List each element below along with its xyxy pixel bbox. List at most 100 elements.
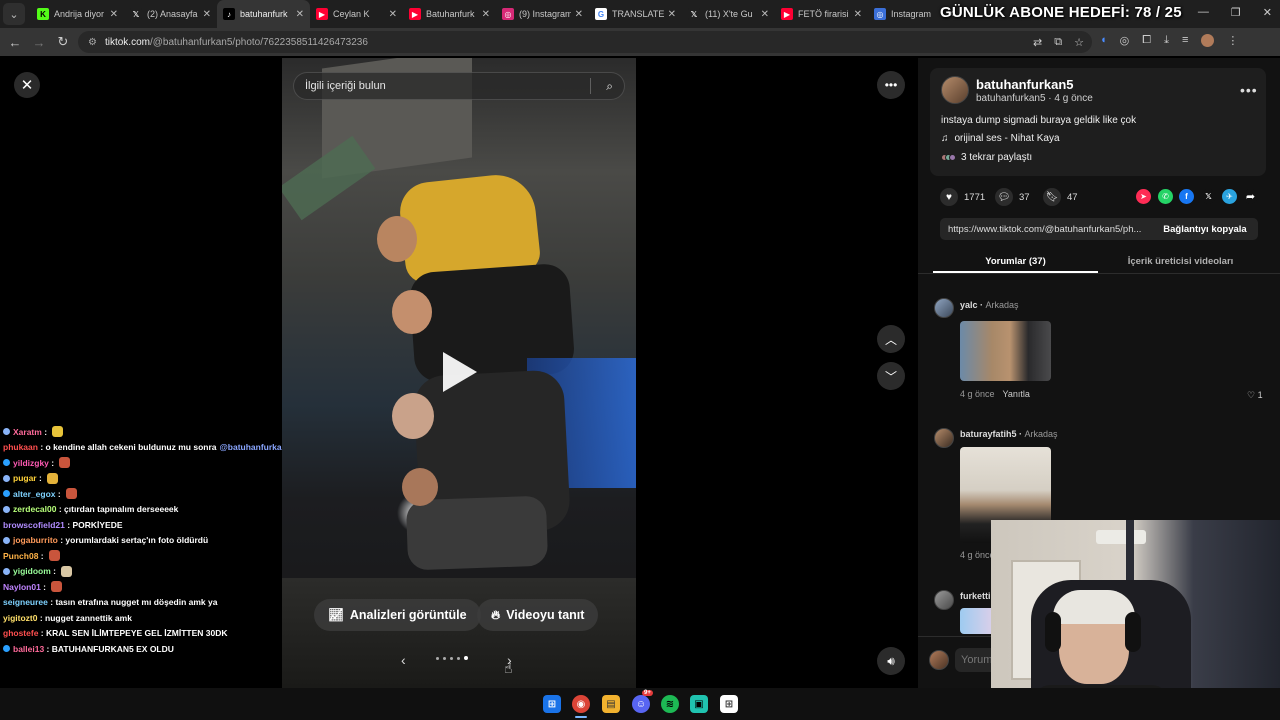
tab-close-icon[interactable]: ✕ bbox=[575, 9, 583, 20]
comment-image[interactable] bbox=[960, 321, 1051, 381]
related-search-input[interactable]: İlgili içeriği bulun ⌕ bbox=[293, 72, 625, 100]
comment-avatar[interactable] bbox=[934, 428, 954, 448]
copy-link-button[interactable]: Bağlantıyı kopyala bbox=[1152, 218, 1258, 240]
site-info-icon[interactable]: ⚙ bbox=[88, 37, 97, 48]
puzzle-icon[interactable]: ⧠ bbox=[1142, 34, 1151, 47]
spotify-icon[interactable]: ≋ bbox=[661, 695, 679, 713]
chat-username[interactable]: yigidoom bbox=[13, 566, 51, 576]
post-more-icon[interactable]: ••• bbox=[1240, 82, 1258, 98]
translate-icon[interactable]: ⇄ bbox=[1033, 36, 1042, 49]
comment-author[interactable]: yalc · Arkadaş bbox=[960, 300, 1019, 310]
browser-tab[interactable]: ♪ batuhanfurk ✕ bbox=[217, 0, 310, 28]
more-options-icon[interactable]: ••• bbox=[877, 71, 905, 99]
volume-icon[interactable]: 🔊︎ bbox=[877, 647, 905, 675]
chat-username[interactable]: phukaan bbox=[3, 442, 38, 452]
slide-dot[interactable] bbox=[436, 656, 439, 660]
whatsapp-icon[interactable]: ✆ bbox=[1158, 189, 1173, 204]
store-icon[interactable]: ⊞ bbox=[720, 695, 738, 713]
reload-icon[interactable]: ↻ bbox=[51, 34, 75, 50]
telegram-icon[interactable]: ✈ bbox=[1222, 189, 1237, 204]
reshare-info[interactable]: 3 tekrar paylaştı bbox=[941, 152, 1032, 163]
chat-username[interactable]: browscofield21 bbox=[3, 520, 65, 530]
previous-post-icon[interactable]: ︿ bbox=[877, 325, 905, 353]
save-stat[interactable]: 🔖︎ 47 bbox=[1043, 188, 1078, 206]
reading-list-icon[interactable]: ≡ bbox=[1182, 34, 1188, 47]
tab-close-icon[interactable]: ✕ bbox=[389, 9, 397, 20]
chrome-icon[interactable]: ◉ bbox=[572, 695, 590, 713]
slide-dot[interactable] bbox=[464, 656, 468, 660]
post-link-field[interactable]: https://www.tiktok.com/@batuhanfurkan5/p… bbox=[940, 224, 1152, 235]
close-window-icon[interactable]: ✕ bbox=[1263, 6, 1272, 19]
minimize-icon[interactable]: — bbox=[1198, 6, 1209, 19]
chat-username[interactable]: seigneuree bbox=[3, 597, 48, 607]
url-field[interactable]: ⚙ tiktok.com/@batuhanfurkan5/photo/76223… bbox=[78, 31, 1092, 53]
search-icon[interactable]: ⌕ bbox=[606, 79, 613, 94]
view-analytics-button[interactable]: 📈︎ Analizleri görüntüle bbox=[314, 599, 481, 631]
next-post-icon[interactable]: ﹀ bbox=[877, 362, 905, 390]
browser-tab[interactable]: 𝕏 (2) Anasayfa ✕ bbox=[124, 0, 217, 28]
chat-username[interactable]: pugar bbox=[13, 473, 37, 483]
install-icon[interactable]: ⧉ bbox=[1054, 36, 1062, 49]
tab-close-icon[interactable]: ✕ bbox=[761, 9, 769, 20]
app-icon[interactable]: ▣ bbox=[690, 695, 708, 713]
chat-username[interactable]: ghostefe bbox=[3, 628, 38, 638]
tab-close-icon[interactable]: ✕ bbox=[296, 9, 304, 20]
author-name[interactable]: batuhanfurkan5 bbox=[976, 77, 1074, 92]
comment-avatar[interactable] bbox=[934, 298, 954, 318]
discord-icon[interactable]: ☺ 9+ bbox=[632, 690, 653, 713]
comment-author[interactable]: furketti bbox=[960, 591, 991, 601]
menu-icon[interactable]: ⋮ bbox=[1227, 34, 1238, 47]
reply-button[interactable]: Yanıtla bbox=[1003, 389, 1030, 399]
tab-comments[interactable]: Yorumlar (37) bbox=[933, 250, 1098, 272]
browser-tab[interactable]: G TRANSLATE ✕ bbox=[589, 0, 682, 28]
tab-close-icon[interactable]: ✕ bbox=[854, 9, 862, 20]
slide-dot[interactable] bbox=[457, 656, 460, 660]
windows-icon[interactable]: ⊞ bbox=[543, 695, 561, 713]
slide-dot[interactable] bbox=[443, 656, 446, 660]
tab-close-icon[interactable]: ✕ bbox=[203, 9, 211, 20]
slide-dot[interactable] bbox=[450, 656, 453, 660]
previous-slide-icon[interactable]: ‹ bbox=[401, 652, 406, 668]
comment-avatar[interactable] bbox=[934, 590, 954, 610]
chat-username[interactable]: Punch08 bbox=[3, 551, 38, 561]
browser-tab[interactable]: ▶ Ceylan K ✕ bbox=[310, 0, 403, 28]
maximize-icon[interactable]: ❐ bbox=[1231, 6, 1241, 19]
comment-like[interactable]: ♡ 1 bbox=[1247, 390, 1263, 401]
close-viewer-button[interactable]: ✕ bbox=[14, 72, 40, 98]
extension-icon[interactable]: ◖ bbox=[1100, 34, 1107, 47]
like-stat[interactable]: ♥ 1771 bbox=[940, 188, 985, 206]
profile-avatar[interactable] bbox=[1201, 34, 1215, 47]
chat-username[interactable]: yigitozt0 bbox=[3, 613, 37, 623]
share-tiktok-icon[interactable]: ➤ bbox=[1136, 189, 1151, 204]
chat-username[interactable]: ballei13 bbox=[13, 644, 44, 654]
forward-icon[interactable]: → bbox=[27, 35, 51, 50]
extension-icon[interactable]: ◎ bbox=[1120, 34, 1130, 47]
chat-username[interactable]: alter_egox bbox=[13, 489, 56, 499]
share-more-icon[interactable]: ➦ bbox=[1243, 189, 1258, 204]
comment-author[interactable]: baturayfatih5 · Arkadaş bbox=[960, 429, 1058, 439]
files-icon[interactable]: ▤ bbox=[602, 695, 620, 713]
facebook-icon[interactable]: f bbox=[1179, 189, 1194, 204]
download-icon[interactable]: ⤓ bbox=[1164, 34, 1169, 47]
x-icon[interactable]: 𝕏 bbox=[1201, 189, 1216, 204]
post-music[interactable]: ♫ orijinal ses - Nihat Kaya bbox=[941, 133, 1060, 144]
back-icon[interactable]: ← bbox=[3, 35, 27, 50]
tab-close-icon[interactable]: ✕ bbox=[110, 9, 118, 20]
browser-tab[interactable]: ▶ Batuhanfurk ✕ bbox=[403, 0, 496, 28]
chat-username[interactable]: zerdecal00 bbox=[13, 504, 56, 514]
chat-mention[interactable]: @batuhanfurkan5 bbox=[220, 442, 283, 452]
tab-close-icon[interactable]: ✕ bbox=[482, 9, 490, 20]
chat-username[interactable]: Naylon01 bbox=[3, 582, 41, 592]
browser-tab[interactable]: ▶ FETÖ firarisi ✕ bbox=[775, 0, 868, 28]
chat-username[interactable]: jogaburrito bbox=[13, 535, 58, 545]
comment-stat[interactable]: 💬︎ 37 bbox=[995, 188, 1030, 206]
author-avatar[interactable] bbox=[941, 76, 969, 104]
bookmark-star-icon[interactable]: ☆ bbox=[1074, 36, 1084, 49]
tab-creator-videos[interactable]: İçerik üreticisi videoları bbox=[1098, 250, 1263, 272]
tab-search-icon[interactable]: ⌄ bbox=[3, 3, 25, 25]
play-icon[interactable] bbox=[443, 352, 477, 392]
chat-username[interactable]: yildizgky bbox=[13, 458, 49, 468]
browser-tab[interactable]: 𝕏 (11) X'te Gu ✕ bbox=[682, 0, 775, 28]
browser-tab[interactable]: ◎ (9) Instagram ✕ bbox=[496, 0, 589, 28]
chat-username[interactable]: Xaratm bbox=[13, 427, 42, 437]
